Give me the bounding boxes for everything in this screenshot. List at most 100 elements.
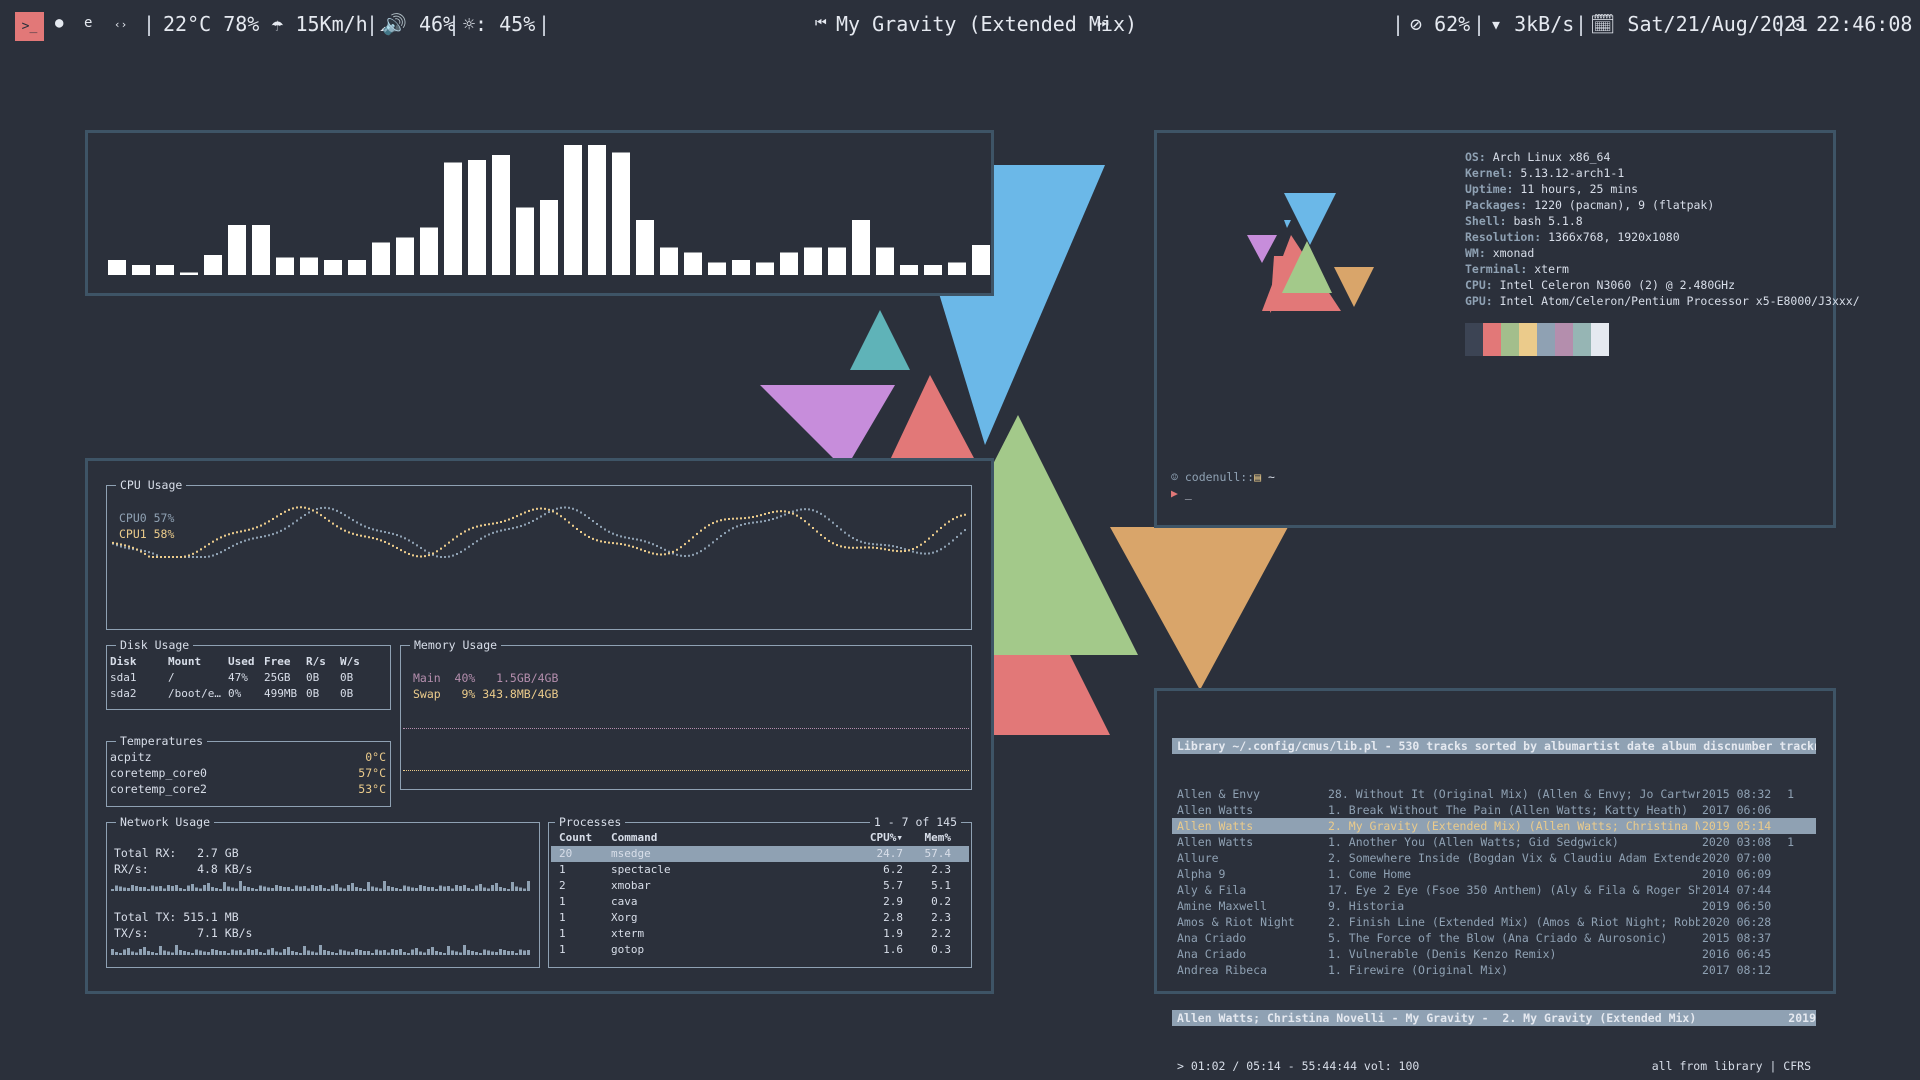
cpu-graph-dot: [564, 518, 566, 521]
process-row[interactable]: 1 Xorg 2.8 2.3: [551, 910, 969, 926]
cpu-graph-dot: [728, 529, 730, 532]
cpu-graph-dot: [792, 512, 794, 515]
red-lower-triangle: [990, 655, 1110, 735]
cpu-graph-dot: [576, 527, 578, 530]
cpu-graph-dot: [856, 546, 858, 549]
net-spark-bar: [351, 883, 354, 891]
cpu-graph-dot: [192, 556, 194, 558]
net-spark-bar: [119, 953, 122, 955]
visualizer-bar: [156, 265, 174, 275]
cpu-graph-dot: [580, 511, 582, 514]
process-row[interactable]: 20 msedge 24.7 57.4: [551, 846, 969, 862]
track-row[interactable]: Amos & Riot Night 2. Finish Line (Extende…: [1172, 914, 1816, 930]
cursor[interactable]: _: [1185, 486, 1192, 500]
cpu-graph-dot: [768, 511, 770, 514]
net-spark-bar: [403, 952, 406, 955]
process-row[interactable]: 1 cava 2.9 0.2: [551, 894, 969, 910]
cpu-graph-dot: [464, 548, 466, 551]
visualizer-bar: [804, 247, 822, 275]
cpu-graph-dot: [524, 523, 526, 526]
processes-box[interactable]: Processes 1 - 7 of 145 Count Command CPU%▾…: [548, 814, 972, 968]
net-spark-bar: [407, 886, 410, 891]
net-spark-bar: [119, 886, 122, 891]
visualizer-bar: [540, 200, 558, 275]
track-row[interactable]: Allen Watts 1. Another You (Allen Watts; …: [1172, 834, 1816, 850]
cpu-graph-dot: [284, 510, 286, 513]
cpu-graph-dot: [344, 529, 346, 532]
disk-header-row: Disk Mount Used Free R/s W/s: [110, 654, 370, 670]
track-row[interactable]: Aly & Fila 17. Eye 2 Eye (Fsoe 350 Anthem…: [1172, 882, 1816, 898]
track-row[interactable]: Amine Maxwell 9. Historia 2019 06:50: [1172, 898, 1816, 914]
neofetch-terminal-window[interactable]: OS: Arch Linux x86_64 Kernel: 5.13.12-arc…: [1154, 130, 1860, 528]
track-title: 1. Another You (Allen Watts; Gid Sedgwic…: [1328, 835, 1619, 849]
net-spark-bar: [331, 885, 334, 891]
track-title: 1. Firewire (Original Mix): [1328, 963, 1509, 977]
net-spark-bar: [311, 951, 314, 955]
cpu-graph-dot: [228, 546, 230, 549]
cpu-graph-dot: [392, 532, 394, 535]
cpu-graph-dot: [468, 528, 470, 531]
track-row[interactable]: Allen Watts 2. My Gravity (Extended Mix) …: [1172, 818, 1816, 834]
net-spark-bar: [271, 948, 274, 955]
net-spark-bar: [415, 888, 418, 891]
net-spark-bar: [279, 952, 282, 955]
sysinfo-value: 1220 (pacman), 9 (flatpak): [1534, 198, 1715, 212]
process-row[interactable]: 1 spectacle 6.2 2.3: [551, 862, 969, 878]
cpu-graph-dot: [656, 544, 658, 547]
sysinfo-value: xmonad: [1492, 246, 1535, 260]
track-row[interactable]: Allure 2. Somewhere Inside (Bogdan Vix & …: [1172, 850, 1816, 866]
net-spark-bar: [251, 950, 254, 955]
shell-prompt[interactable]: ☺ codenull::▤ ~ ▶ _: [1171, 469, 1275, 501]
net-spark-bar: [527, 950, 530, 955]
net-spark-bar: [231, 887, 234, 891]
track-row[interactable]: Alpha 9 1. Come Home 2010 06:09: [1172, 866, 1816, 882]
net-spark-bar: [315, 952, 318, 955]
cpu-graph-dot: [528, 521, 530, 524]
process-cell: 0.3: [931, 943, 951, 956]
tx-total: Total TX: 515.1 MB: [114, 910, 239, 924]
cpu-graph-dot: [944, 523, 946, 526]
cava-visualizer-window[interactable]: [85, 130, 994, 296]
teal-triangle: [850, 310, 910, 370]
process-row[interactable]: 2 xmobar 5.7 5.1: [551, 878, 969, 894]
sysinfo-value: Arch Linux x86_64: [1492, 150, 1611, 164]
net-spark-bar: [307, 888, 310, 891]
cmus-library[interactable]: Library ~/.config/cmus/lib.pl - 530 trac…: [1172, 706, 1816, 1080]
process-cell: msedge: [611, 847, 651, 860]
net-spark-bar: [487, 950, 490, 955]
sysinfo-value: Intel Celeron N3060 (2) @ 2.480GHz: [1499, 278, 1736, 292]
cpu-graph-dot: [128, 545, 130, 548]
cpu-graph-dot: [720, 519, 722, 522]
cpu-graph-dot: [920, 543, 922, 546]
process-table[interactable]: Count Command CPU%▾ Mem% 20 msedge 24.7 57.4 1 sp…: [551, 830, 969, 958]
net-spark-bar: [467, 950, 470, 955]
track-row[interactable]: Allen & Envy 28. Without It (Original Mix…: [1172, 786, 1816, 802]
cpu-graph-dot: [808, 508, 810, 511]
track-row[interactable]: Andrea Ribeca 1. Firewire (Original Mix) 2…: [1172, 962, 1816, 978]
cpu-usage-box: CPU Usage CPU0 57% CPU1 58%: [106, 477, 972, 630]
net-spark-bar: [451, 950, 454, 955]
track-list[interactable]: Allen & Envy 28. Without It (Original Mix…: [1172, 786, 1816, 978]
cpu-graph-dot: [748, 516, 750, 519]
cmus-window[interactable]: Library ~/.config/cmus/lib.pl - 530 trac…: [1154, 688, 1836, 1073]
cpu-graph-dot: [548, 511, 550, 514]
track-row[interactable]: Ana Criado 5. The Force of the Blow (Ana …: [1172, 930, 1816, 946]
process-row[interactable]: 1 gotop 1.6 0.3: [551, 942, 969, 958]
net-spark-bar: [231, 949, 234, 955]
cpu-graph-dot: [876, 547, 878, 550]
net-spark-bar: [411, 949, 414, 955]
track-row[interactable]: Allen Watts 1. Break Without The Pain (Al…: [1172, 802, 1816, 818]
net-spark-bar: [459, 886, 462, 891]
net-spark-bar: [363, 951, 366, 955]
track-title: 1. Vulnerable (Denis Kenzo Remix): [1328, 947, 1557, 961]
track-row[interactable]: Ana Criado 1. Vulnerable (Denis Kenzo Rem…: [1172, 946, 1816, 962]
cpu-graph-dot: [568, 521, 570, 524]
visualizer-bar: [852, 220, 870, 275]
gotop-window[interactable]: CPU Usage CPU0 57% CPU1 58% Disk Usage D…: [85, 458, 994, 994]
net-spark-bar: [479, 953, 482, 955]
process-row[interactable]: 1 xterm 1.9 2.2: [551, 926, 969, 942]
cpu-graph-dot: [872, 543, 874, 546]
cpu-graph-dot: [472, 526, 474, 529]
network-usage-box: Network Usage Total RX: 2.7 GB RX/s: 4.8…: [106, 814, 540, 968]
net-spark-bar: [431, 947, 434, 955]
